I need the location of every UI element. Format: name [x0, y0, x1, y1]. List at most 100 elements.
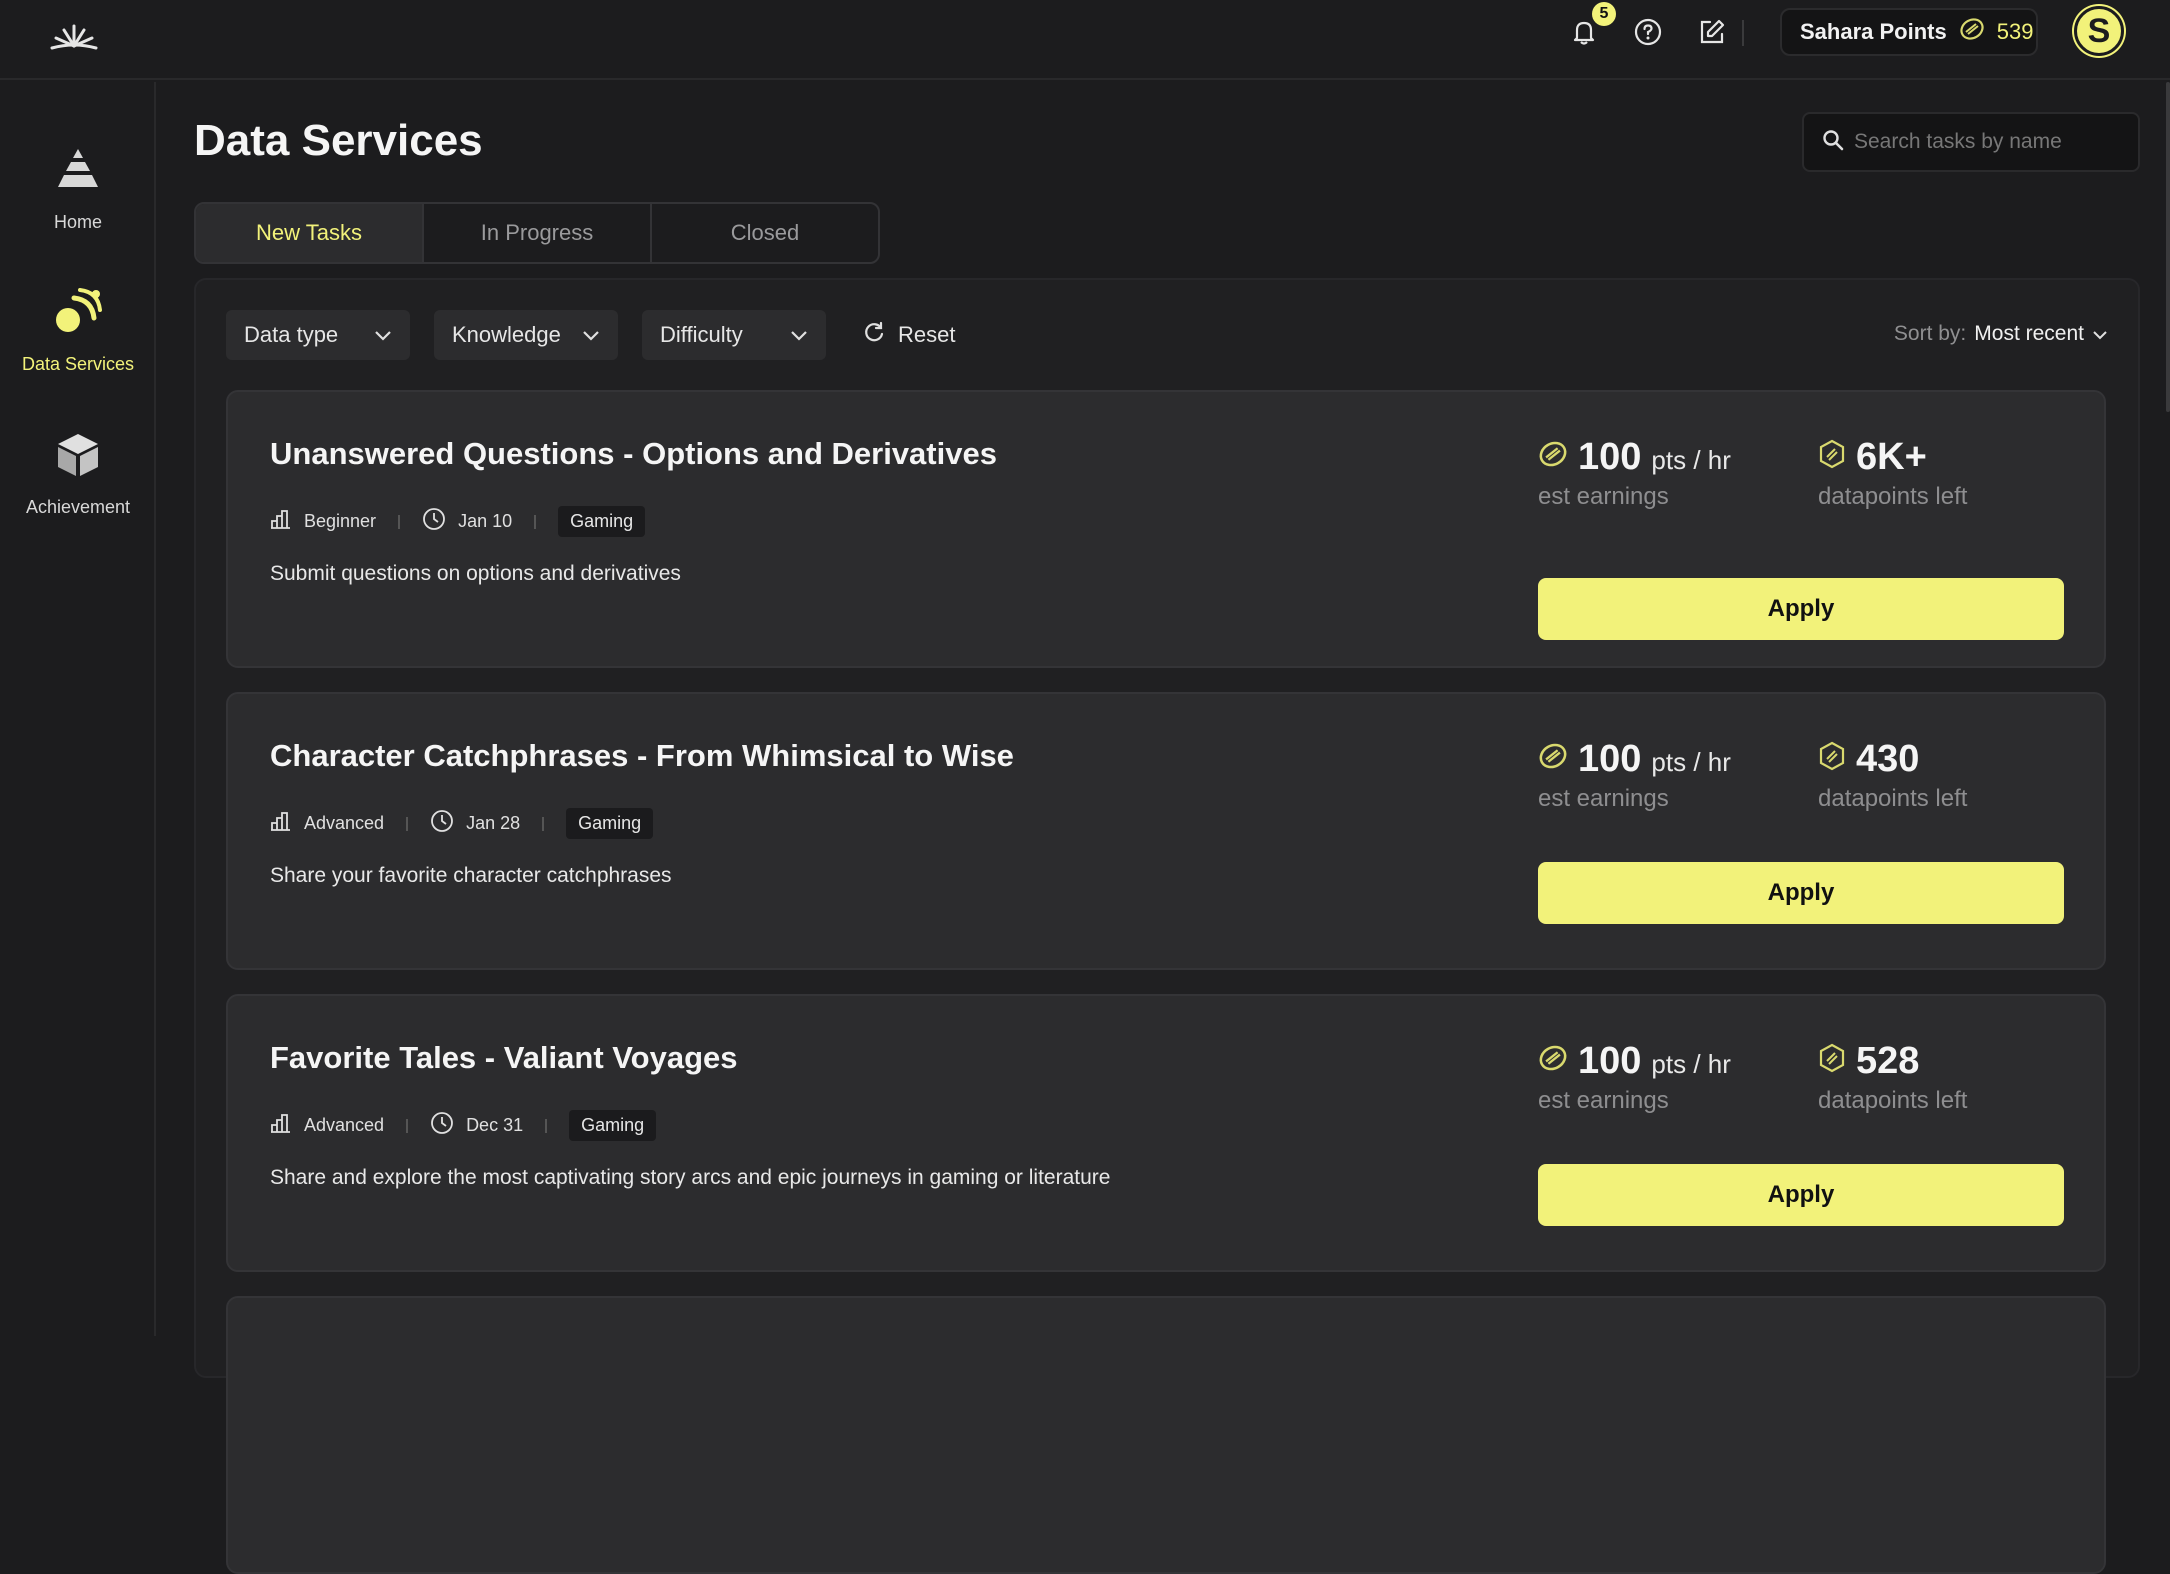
- category-tag: Gaming: [566, 808, 654, 839]
- header-divider: [1742, 20, 1744, 46]
- earnings-label: est earnings: [1538, 483, 1669, 510]
- points-coin-icon: [1538, 1043, 1568, 1078]
- difficulty-bars-icon: [270, 1113, 292, 1138]
- datapoints-stat: 528 datapoints left: [1818, 1040, 1967, 1115]
- task-card: Unanswered Questions - Options and Deriv…: [226, 390, 2106, 668]
- points-label: Sahara Points: [1800, 19, 1947, 44]
- earnings-value: 100: [1578, 1040, 1642, 1082]
- category-tag: Gaming: [569, 1110, 657, 1141]
- difficulty-dropdown[interactable]: Difficulty: [642, 310, 826, 360]
- earnings-stat: 100 pts / hr est earnings: [1538, 1040, 1731, 1115]
- main-content: Data Services New Tasks In Progress Clos…: [156, 82, 2170, 1574]
- apply-button[interactable]: Apply: [1538, 862, 2064, 924]
- sort-value: Most recent: [1974, 322, 2084, 345]
- sidebar-item-data-services[interactable]: Data Services: [0, 284, 156, 404]
- earnings-unit: pts / hr: [1651, 747, 1731, 777]
- chevron-down-icon: [790, 322, 808, 348]
- earnings-label: est earnings: [1538, 785, 1669, 812]
- task-card: Character Catchphrases - From Whimsical …: [226, 692, 2106, 970]
- datapoints-icon: [1818, 439, 1846, 474]
- task-title[interactable]: Favorite Tales - Valiant Voyages: [270, 1040, 737, 1076]
- tab-in-progress[interactable]: In Progress: [424, 204, 652, 262]
- task-date: Jan 28: [466, 813, 521, 833]
- apply-button[interactable]: Apply: [1538, 1164, 2064, 1226]
- search-icon: [1822, 129, 1844, 156]
- reset-button[interactable]: Reset: [862, 320, 955, 350]
- refresh-icon: [862, 320, 886, 350]
- earnings-stat: 100 pts / hr est earnings: [1538, 738, 1731, 813]
- task-title[interactable]: Character Catchphrases - From Whimsical …: [270, 738, 1014, 774]
- meta-divider: [545, 1118, 548, 1133]
- points-value: 539: [1996, 19, 2034, 44]
- task-card: [226, 1296, 2106, 1574]
- datapoints-label: datapoints left: [1818, 483, 1968, 510]
- search-box[interactable]: [1802, 112, 2140, 172]
- meta-divider: [542, 816, 545, 831]
- earnings-unit: pts / hr: [1651, 1049, 1731, 1079]
- filter-bar: Data type Knowledge Difficulty Reset: [226, 310, 955, 360]
- cube-icon: [50, 427, 106, 483]
- clock-icon: [430, 1111, 454, 1140]
- reset-label: Reset: [898, 322, 956, 347]
- task-description: Share and explore the most captivating s…: [270, 1166, 1111, 1189]
- chevron-down-icon: [2092, 322, 2108, 346]
- data-type-dropdown[interactable]: Data type: [226, 310, 410, 360]
- task-description: Share your favorite character catchphras…: [270, 864, 672, 887]
- points-coin-icon: [1538, 741, 1568, 776]
- task-title[interactable]: Unanswered Questions - Options and Deriv…: [270, 436, 997, 472]
- task-date: Dec 31: [466, 1115, 524, 1135]
- points-coin-icon: [1538, 439, 1568, 474]
- earnings-value: 100: [1578, 738, 1642, 780]
- notification-bell-icon[interactable]: 5: [1566, 2, 1616, 50]
- sidebar-item-home[interactable]: Home: [0, 142, 156, 262]
- datapoints-value: 430: [1856, 738, 1920, 780]
- task-meta: Advanced Dec 31 Gaming: [270, 1110, 657, 1141]
- sort-dropdown[interactable]: Sort by: Most recent: [1894, 322, 2108, 346]
- sahara-logo-icon[interactable]: [48, 12, 100, 64]
- notification-count-badge: 5: [1592, 2, 1616, 26]
- task-description: Submit questions on options and derivati…: [270, 562, 681, 585]
- meta-divider: [406, 816, 409, 831]
- sidebar-item-label: Data Services: [21, 354, 135, 374]
- meta-divider: [406, 1118, 409, 1133]
- datapoints-stat: 430 datapoints left: [1818, 738, 1967, 813]
- sahara-points-button[interactable]: Sahara Points 539: [1780, 8, 2038, 56]
- earnings-unit: pts / hr: [1651, 445, 1731, 475]
- task-tabs: New Tasks In Progress Closed: [194, 202, 880, 264]
- chevron-down-icon: [582, 322, 600, 348]
- pyramid-icon: [50, 142, 106, 198]
- chevron-down-icon: [374, 322, 392, 348]
- task-list-panel: Data type Knowledge Difficulty Reset Sor…: [194, 278, 2140, 1574]
- edit-icon[interactable]: [1694, 14, 1730, 50]
- task-level: Advanced: [304, 813, 385, 833]
- sidebar-item-achievement[interactable]: Achievement: [0, 427, 156, 547]
- sort-label: Sort by:: [1893, 322, 1967, 345]
- sidebar: Home Data Services Achievement: [0, 82, 156, 1336]
- task-meta: Advanced Jan 28 Gaming: [270, 808, 654, 839]
- datapoints-label: datapoints left: [1818, 785, 1968, 812]
- category-tag: Gaming: [558, 506, 646, 537]
- tab-closed[interactable]: Closed: [652, 204, 878, 262]
- top-bar: 5 Sahara Points 539 S: [0, 0, 2170, 80]
- page-scrollbar[interactable]: [2166, 82, 2170, 412]
- help-icon[interactable]: [1630, 14, 1666, 50]
- task-level: Advanced: [304, 1115, 385, 1135]
- earnings-stat: 100 pts / hr est earnings: [1538, 436, 1731, 511]
- apply-button[interactable]: Apply: [1538, 578, 2064, 640]
- meta-divider: [398, 514, 401, 529]
- task-level: Beginner: [304, 511, 377, 531]
- knowledge-dropdown[interactable]: Knowledge: [434, 310, 618, 360]
- difficulty-bars-icon: [270, 811, 292, 836]
- clock-icon: [422, 507, 446, 536]
- points-coin-icon: [1959, 16, 1985, 48]
- user-avatar[interactable]: S: [2074, 6, 2124, 56]
- tab-new-tasks[interactable]: New Tasks: [196, 204, 424, 262]
- sidebar-item-label: Home: [53, 212, 102, 232]
- earnings-value: 100: [1578, 436, 1642, 478]
- page-title: Data Services: [194, 116, 483, 165]
- clock-icon: [430, 809, 454, 838]
- difficulty-label: Difficulty: [660, 322, 743, 347]
- task-card: Favorite Tales - Valiant Voyages Advance…: [226, 994, 2106, 1272]
- data-services-icon: [50, 284, 106, 340]
- search-input[interactable]: [1854, 130, 2134, 154]
